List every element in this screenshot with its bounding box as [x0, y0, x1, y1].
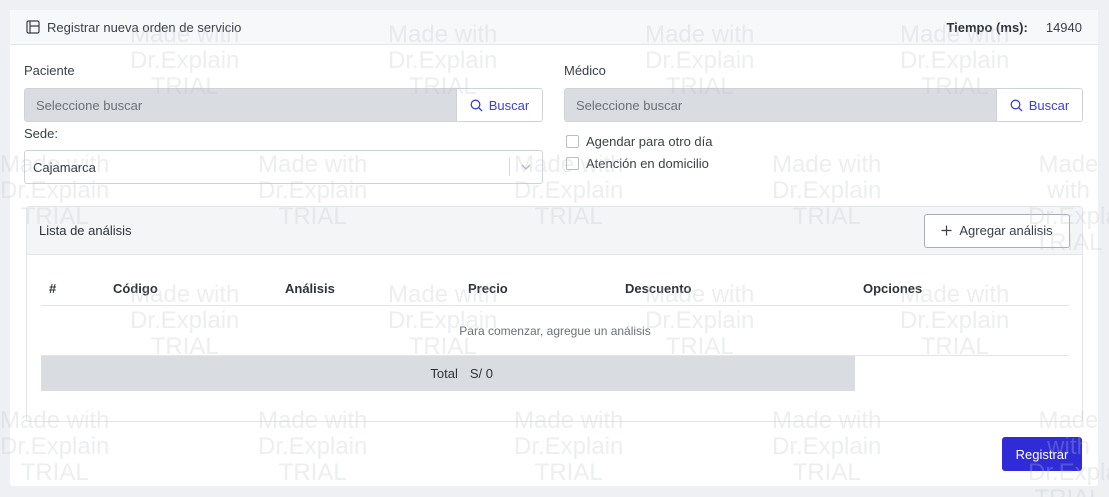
add-analysis-label: Agregar análisis: [959, 223, 1053, 238]
total-value: S/ 0: [469, 366, 493, 381]
chevron-down-icon[interactable]: [510, 164, 542, 170]
doctor-field: Seleccione buscar Buscar: [564, 88, 1083, 122]
schedule-other-day-option[interactable]: Agendar para otro día: [566, 134, 712, 149]
col-number: #: [49, 281, 57, 296]
timer-value: 14940: [1045, 19, 1082, 35]
search-icon: [1010, 99, 1023, 111]
site-label: Sede:: [24, 126, 58, 141]
empty-message-row: Para comenzar, agregue un análisis: [41, 306, 1069, 356]
search-icon: [470, 99, 483, 111]
page-title: Registrar nueva orden de servicio: [47, 19, 242, 35]
col-discount: Descuento: [625, 281, 692, 296]
site-select[interactable]: Cajamarca: [24, 150, 543, 184]
home-care-option[interactable]: Atención en domicilio: [566, 156, 709, 171]
home-care-checkbox[interactable]: [566, 157, 579, 170]
col-price: Precio: [468, 281, 508, 296]
schedule-other-day-label: Agendar para otro día: [586, 134, 713, 149]
empty-message: Para comenzar, agregue un análisis: [459, 323, 651, 338]
patient-field: Seleccione buscar Buscar: [24, 88, 543, 122]
card-header: Registrar nueva orden de servicio Tiempo…: [10, 10, 1098, 45]
patient-search-label: Buscar: [488, 97, 530, 113]
col-analysis: Análisis: [285, 281, 335, 296]
plus-icon: [941, 225, 952, 236]
schedule-other-day-checkbox[interactable]: [566, 135, 579, 148]
home-care-label: Atención en domicilio: [586, 156, 709, 171]
doctor-search-button[interactable]: Buscar: [996, 89, 1082, 121]
add-analysis-button[interactable]: Agregar análisis: [924, 213, 1070, 248]
total-row: Total S/ 0: [41, 356, 855, 391]
total-label: Total: [430, 366, 458, 381]
doctor-search-label: Buscar: [1028, 97, 1070, 113]
form-icon: [26, 20, 40, 34]
timer: Tiempo (ms): 14940: [946, 20, 1082, 35]
col-code: Código: [113, 281, 158, 296]
site-value: Cajamarca: [33, 159, 96, 175]
analysis-title: Lista de análisis: [39, 223, 132, 238]
patient-input[interactable]: Seleccione buscar: [25, 89, 456, 121]
table-header: # Código Análisis Precio Descuento Opcio…: [41, 274, 1069, 306]
doctor-input[interactable]: Seleccione buscar: [565, 89, 996, 121]
register-button[interactable]: Registrar: [1002, 437, 1082, 471]
patient-search-button[interactable]: Buscar: [456, 89, 542, 121]
analysis-header: Lista de análisis Agregar análisis: [27, 207, 1082, 255]
patient-label: Paciente: [24, 63, 75, 78]
doctor-label: Médico: [564, 63, 606, 78]
timer-label: Tiempo (ms):: [946, 19, 1028, 35]
analysis-table: # Código Análisis Precio Descuento Opcio…: [41, 274, 1069, 391]
col-options: Opciones: [863, 281, 923, 296]
analysis-panel: Lista de análisis Agregar análisis # Cód…: [26, 206, 1083, 422]
service-order-card: Registrar nueva orden de servicio Tiempo…: [10, 10, 1098, 486]
